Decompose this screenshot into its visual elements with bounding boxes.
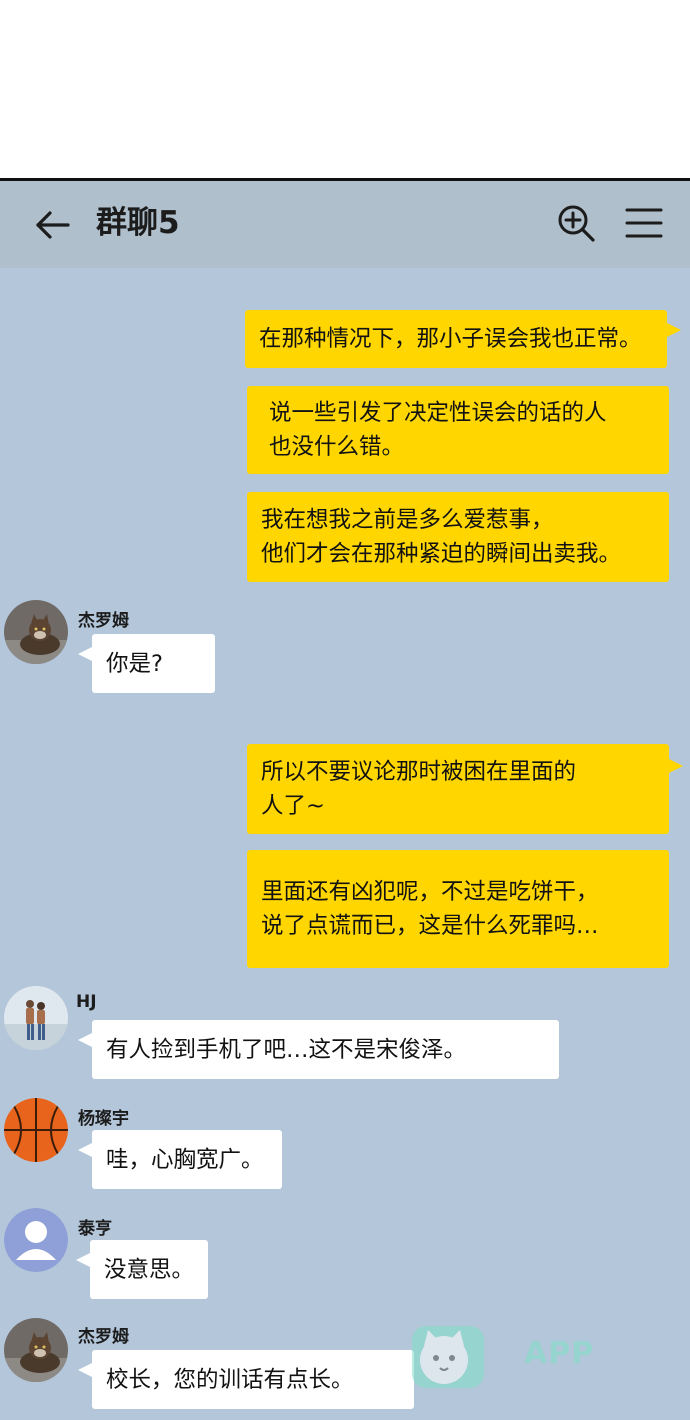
menu-button[interactable] <box>622 201 666 245</box>
message-text: 没意思。 <box>104 1256 195 1283</box>
message-text: 我在想我之前是多么爱惹事， <box>261 507 554 533</box>
other-message-bubble[interactable]: 你是? <box>78 634 215 693</box>
my-message-bubble[interactable]: 我在想我之前是多么爱惹事， 他们才会在那种紧迫的瞬间出卖我。 <box>247 492 669 582</box>
message-text: 说一些引发了决定性误会的话的人 <box>269 400 607 426</box>
message-text: 也没什么错。 <box>269 434 405 460</box>
message-text: 在那种情况下，那小子误会我也正常。 <box>259 326 642 352</box>
bubble-tail <box>78 646 94 662</box>
other-message-bubble[interactable]: 哇，心胸宽广。 <box>78 1130 282 1189</box>
chat-title: 群聊5 <box>96 205 180 241</box>
other-message-bubble[interactable]: 有人捡到手机了吧…这不是宋俊泽。 <box>78 1020 559 1079</box>
message-text: 哇，心胸宽广。 <box>106 1146 264 1173</box>
bubble-tail <box>665 322 681 338</box>
sender-name: 泰亨 <box>78 1219 112 1239</box>
cat-avatar[interactable] <box>4 1318 68 1382</box>
sender-name: 杰罗姆 <box>78 1327 129 1347</box>
basketball-avatar[interactable] <box>4 1098 68 1162</box>
my-message-bubble[interactable]: 里面还有凶犯呢，不过是吃饼干， 说了点谎而已，这是什么死罪吗… <box>247 850 669 968</box>
other-message-bubble[interactable]: 校长，您的训话有点长。 <box>78 1350 414 1409</box>
watermark-text: APP <box>492 1336 595 1371</box>
message-text: 所以不要议论那时被困在里面的 <box>261 759 577 785</box>
my-message-bubble[interactable]: 所以不要议论那时被困在里面的 人了~ <box>247 744 683 834</box>
couple-photo-avatar[interactable] <box>4 986 68 1050</box>
my-message-bubble[interactable]: 在那种情况下，那小子误会我也正常。 <box>245 310 681 368</box>
message-text: 校长，您的训话有点长。 <box>106 1366 354 1393</box>
bubble-tail <box>78 1032 94 1048</box>
bubble-tail <box>76 1252 92 1268</box>
watermark: APP <box>410 1320 650 1392</box>
my-message-bubble[interactable]: 说一些引发了决定性误会的话的人 也没什么错。 <box>247 386 669 474</box>
message-text: 你是? <box>106 650 163 677</box>
sender-name: 杰罗姆 <box>78 611 129 631</box>
sender-name: 杨璨宇 <box>78 1109 129 1129</box>
message-text: 人了~ <box>261 793 325 819</box>
sender-name: HJ <box>76 992 97 1012</box>
default-user-avatar[interactable] <box>4 1208 68 1272</box>
cat-avatar[interactable] <box>4 600 68 664</box>
arrow-left-icon <box>36 211 70 239</box>
bubble-tail <box>78 1362 94 1378</box>
message-text: 说了点谎而已，这是什么死罪吗… <box>261 913 599 939</box>
message-text: 里面还有凶犯呢，不过是吃饼干， <box>261 879 599 905</box>
hamburger-menu-icon <box>625 208 663 238</box>
other-message-bubble[interactable]: 没意思。 <box>76 1240 208 1299</box>
chat-header: 群聊5 <box>0 181 690 268</box>
bubble-tail <box>667 758 683 774</box>
message-text: 有人捡到手机了吧…这不是宋俊泽。 <box>106 1036 467 1063</box>
top-blank-area <box>0 0 690 178</box>
message-text: 他们才会在那种紧迫的瞬间出卖我。 <box>261 541 622 567</box>
bubble-tail <box>78 1142 94 1158</box>
cat-mascot-icon <box>412 1326 484 1388</box>
zoom-in-icon <box>558 205 595 242</box>
search-button[interactable] <box>554 201 598 245</box>
back-button[interactable] <box>30 203 74 247</box>
